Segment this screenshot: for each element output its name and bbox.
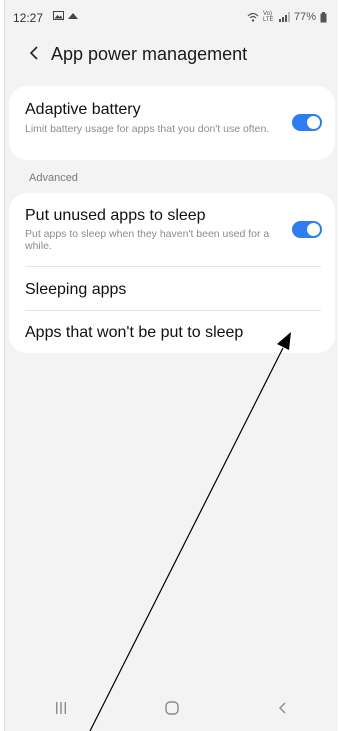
sleeping-apps-title: Sleeping apps (25, 281, 127, 298)
adaptive-battery-subtitle: Limit battery usage for apps that you do… (25, 123, 270, 135)
battery-icon (320, 11, 327, 22)
put-unused-apps-to-sleep-title: Put unused apps to sleep (25, 207, 206, 224)
navigation-bar (5, 685, 339, 731)
apps-not-put-to-sleep-row[interactable]: Apps that won't be put to sleep (9, 311, 335, 353)
advanced-section-header: Advanced (29, 172, 78, 184)
wifi-icon (247, 12, 259, 22)
toggle-knob (307, 116, 320, 129)
battery-percent: 77% (293, 11, 316, 23)
adaptive-battery-toggle[interactable] (292, 114, 322, 131)
network-type-label: Vo) LTE (262, 11, 274, 23)
image-icon (53, 11, 64, 20)
status-bar: 12:27 Vo) LTE 77% (5, 0, 339, 34)
phone-screen: 12:27 Vo) LTE 77% App power management A… (4, 0, 338, 731)
adaptive-battery-card: Adaptive battery Limit battery usage for… (9, 86, 335, 160)
put-unused-apps-to-sleep-subtitle: Put apps to sleep when they haven't been… (25, 228, 270, 252)
signal-icon (278, 12, 290, 22)
advanced-card: Put unused apps to sleep Put apps to sle… (9, 193, 335, 353)
put-unused-apps-to-sleep-row[interactable]: Put unused apps to sleep Put apps to sle… (9, 193, 335, 265)
apps-not-put-to-sleep-title: Apps that won't be put to sleep (25, 324, 244, 341)
adaptive-battery-title: Adaptive battery (25, 101, 141, 118)
put-unused-apps-to-sleep-toggle[interactable] (292, 221, 322, 238)
app-bar: App power management (5, 34, 339, 74)
home-button[interactable] (152, 693, 192, 723)
status-notification-icons (53, 11, 79, 23)
status-time: 12:27 (13, 11, 44, 25)
nav-back-button[interactable] (263, 693, 303, 723)
back-icon (279, 702, 286, 714)
sleeping-apps-row[interactable]: Sleeping apps (9, 267, 335, 310)
cloud-icon (67, 13, 78, 19)
home-icon (165, 701, 179, 715)
recents-icon (55, 702, 66, 714)
adaptive-battery-row[interactable]: Adaptive battery Limit battery usage for… (9, 86, 335, 160)
back-button[interactable] (21, 40, 47, 66)
chevron-left-icon (29, 46, 38, 60)
toggle-knob (307, 223, 320, 236)
status-right: Vo) LTE 77% (247, 11, 327, 23)
page-title: App power management (51, 44, 248, 64)
recents-button[interactable] (41, 693, 81, 723)
